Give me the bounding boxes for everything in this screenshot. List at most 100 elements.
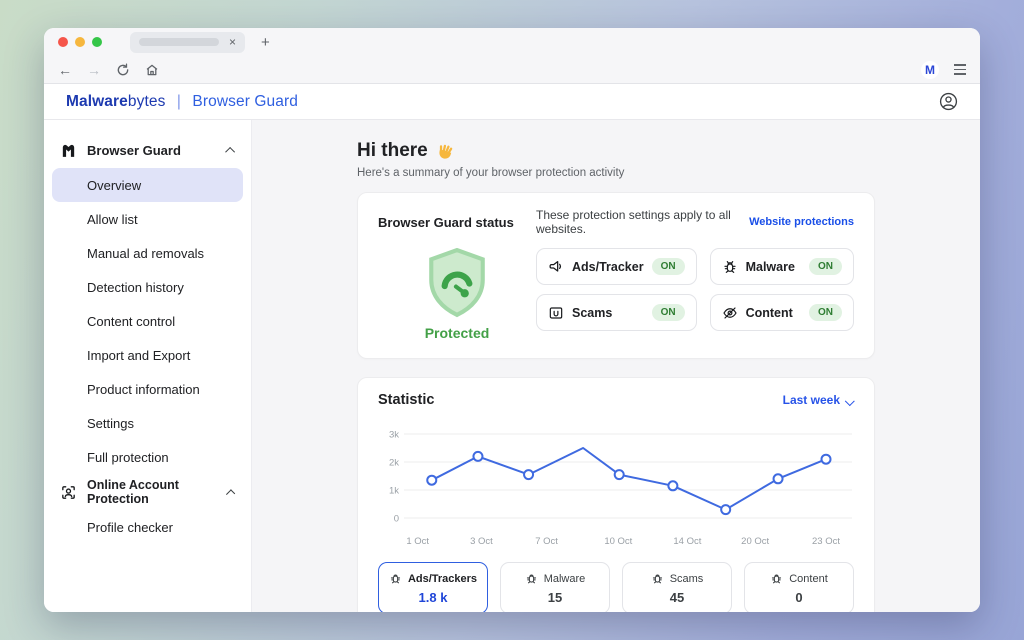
toggle-label: Content [746,306,801,320]
chevron-up-icon[interactable] [226,489,235,498]
app-header: Malwarebytes | Browser Guard [44,84,980,120]
status-card-title: Browser Guard status [378,215,536,230]
stat-box-label: Ads/Trackers [408,573,477,585]
toggle-scams[interactable]: Scams ON [536,294,697,331]
bug-icon [770,572,783,585]
bug-icon [651,572,664,585]
stat-box-label: Scams [670,573,704,585]
svg-text:0: 0 [394,514,399,525]
page-subtitle: Here's a summary of your browser protect… [357,167,875,179]
statistic-chart: 3k2k1k01 Oct3 Oct7 Oct10 Oct14 Oct20 Oct… [378,416,856,554]
home-icon[interactable] [145,63,159,77]
sidebar-item-settings[interactable]: Settings [44,406,251,440]
svg-text:1 Oct: 1 Oct [406,536,429,547]
sidebar-item-detection-history[interactable]: Detection history [44,270,251,304]
svg-text:3k: 3k [389,430,399,441]
svg-text:23 Oct: 23 Oct [812,536,840,547]
on-badge: ON [809,258,842,275]
svg-text:3 Oct: 3 Oct [470,536,493,547]
stat-box-malware[interactable]: Malware 15 [500,562,610,612]
sidebar-item-product-information[interactable]: Product information [44,372,251,406]
reload-icon[interactable] [116,63,130,77]
range-dropdown[interactable]: Last week [783,393,854,407]
forward-icon[interactable]: → [87,63,101,77]
page-title: Hi there [357,140,875,162]
toggle-malware[interactable]: Malware ON [710,248,854,285]
malwarebytes-extension-icon[interactable]: M [921,61,939,79]
waving-hand-icon [435,141,456,162]
bug-icon [525,572,538,585]
close-window-button[interactable] [58,37,68,47]
statistic-card: Statistic Last week 3k2k1k01 Oct3 Oct7 O… [357,377,875,612]
browser-menu-icon[interactable] [954,64,966,75]
window-controls [58,37,102,47]
svg-text:14 Oct: 14 Oct [673,536,701,547]
protected-status-label: Protected [425,325,490,341]
person-frame-icon [60,484,77,501]
sidebar-item-overview[interactable]: Overview [52,168,243,202]
protected-shield-icon [424,248,490,318]
malwarebytes-m-icon [60,142,77,159]
status-card: Browser Guard status These protection se… [357,192,875,359]
tab-close-icon[interactable]: × [229,36,236,48]
brand-text-light: bytes [128,93,166,110]
browser-window: × + ← → M Malwarebytes | Browser Guard [44,28,980,612]
range-dropdown-label: Last week [783,393,840,407]
tab-title-placeholder [139,38,219,46]
stat-summary-row: Ads/Trackers 1.8 k Mal [378,562,854,612]
on-badge: ON [652,304,685,321]
sidebar-section-label: Online Account Protection [87,478,219,506]
toggle-label: Ads/Tracker [572,260,644,274]
on-badge: ON [652,258,685,275]
sidebar-item-manual-ad-removals[interactable]: Manual ad removals [44,236,251,270]
website-protections-link[interactable]: Website protections [749,216,854,228]
stat-box-label: Malware [544,573,586,585]
sidebar-item-content-control[interactable]: Content control [44,304,251,338]
eye-off-icon [722,305,738,321]
sidebar-item-allow-list[interactable]: Allow list [44,202,251,236]
product-name: Browser Guard [192,93,298,110]
sidebar: Browser Guard Overview Allow list Manual… [44,120,252,612]
bug-icon [389,572,402,585]
toggle-label: Malware [746,260,801,274]
svg-text:20 Oct: 20 Oct [741,536,769,547]
browser-nav-bar: ← → M [44,56,980,84]
brand-text-bold: Malware [66,93,128,110]
stat-box-label: Content [789,573,828,585]
sidebar-section-browser-guard[interactable]: Browser Guard [44,132,251,168]
bug-icon [722,259,738,275]
desktop-background: × + ← → M Malwarebytes | Browser Guard [0,0,1024,640]
minimize-window-button[interactable] [75,37,85,47]
stat-box-value: 1.8 k [383,590,483,605]
maximize-window-button[interactable] [92,37,102,47]
megaphone-icon [548,259,564,275]
back-icon[interactable]: ← [58,63,72,77]
stat-box-value: 45 [627,590,727,605]
svg-text:7 Oct: 7 Oct [535,536,558,547]
new-tab-button[interactable]: + [261,35,270,50]
on-badge: ON [809,304,842,321]
statistic-title: Statistic [378,392,434,408]
stat-box-value: 15 [505,590,605,605]
browser-hook-icon [548,305,564,321]
account-icon[interactable] [939,92,958,111]
stat-box-value: 0 [749,590,849,605]
sidebar-section-label: Browser Guard [87,143,181,158]
browser-tab-bar: × + [44,28,980,56]
sidebar-section-online-account-protection[interactable]: Online Account Protection [44,474,251,510]
toggle-content[interactable]: Content ON [710,294,854,331]
stat-box-scams[interactable]: Scams 45 [622,562,732,612]
sidebar-item-profile-checker[interactable]: Profile checker [44,510,251,544]
chevron-down-icon [845,396,855,406]
chevron-up-icon[interactable] [225,146,235,156]
svg-text:10 Oct: 10 Oct [604,536,632,547]
svg-text:2k: 2k [389,458,399,469]
stat-box-content[interactable]: Content 0 [744,562,854,612]
browser-tab[interactable]: × [130,32,245,53]
logo-divider: | [177,93,181,110]
sidebar-item-full-protection[interactable]: Full protection [44,440,251,474]
toggle-ads-tracker[interactable]: Ads/Tracker ON [536,248,697,285]
sidebar-item-import-export[interactable]: Import and Export [44,338,251,372]
stat-box-ads-trackers[interactable]: Ads/Trackers 1.8 k [378,562,488,612]
main-panel: Hi there Here's a summary of your brow [252,120,980,612]
